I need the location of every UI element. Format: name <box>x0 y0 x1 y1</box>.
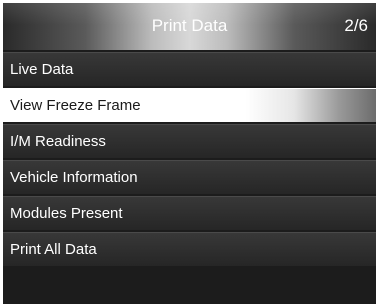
menu-item-view-freeze-frame[interactable]: View Freeze Frame <box>3 88 376 122</box>
page-indicator: 2/6 <box>344 16 368 35</box>
header-bar: Print Data 2/6 <box>3 3 376 50</box>
menu-item-live-data[interactable]: Live Data <box>3 52 376 86</box>
scan-tool-screen: Print Data 2/6 Live Data View Freeze Fra… <box>0 0 379 307</box>
menu-item-im-readiness[interactable]: I/M Readiness <box>3 124 376 158</box>
page-title: Print Data <box>151 16 228 35</box>
menu-item-vehicle-information[interactable]: Vehicle Information <box>3 160 376 194</box>
menu-item-modules-present[interactable]: Modules Present <box>3 196 376 230</box>
display-frame: Print Data 2/6 Live Data View Freeze Fra… <box>3 3 376 304</box>
print-data-menu: Live Data View Freeze Frame I/M Readines… <box>3 52 376 268</box>
menu-item-print-all-data[interactable]: Print All Data <box>3 232 376 266</box>
